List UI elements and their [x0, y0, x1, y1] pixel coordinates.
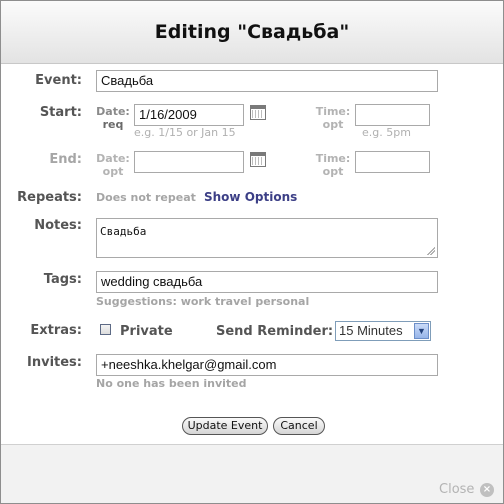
end-date-input[interactable]: [134, 151, 244, 173]
resize-grip-icon[interactable]: [426, 246, 435, 255]
calendar-icon[interactable]: [250, 105, 266, 120]
end-date-label: Date: opt: [95, 152, 131, 178]
event-label: Event:: [35, 73, 82, 88]
reminder-select[interactable]: 15 Minutes ▼: [335, 321, 431, 341]
show-options-link[interactable]: Show Options: [204, 190, 297, 204]
reminder-value: 15 Minutes: [339, 323, 403, 338]
invites-input[interactable]: +neeshka.khelgar@gmail.com: [96, 354, 438, 376]
start-date-label-text: Date:: [96, 105, 130, 118]
end-date-opt: opt: [102, 165, 124, 178]
notes-text: Свадьба: [100, 225, 147, 238]
dialog-titlebar: Editing "Свадьба": [1, 1, 503, 64]
repeats-status: Does not repeat: [96, 191, 196, 204]
calendar-icon[interactable]: [250, 152, 266, 167]
tags-suggestions: Suggestions: work travel personal: [96, 295, 310, 308]
cancel-button[interactable]: Cancel: [273, 417, 325, 435]
extras-label: Extras:: [30, 323, 82, 338]
start-time-label-text: Time:: [315, 105, 351, 118]
private-label[interactable]: Private: [120, 324, 173, 339]
update-event-button[interactable]: Update Event: [182, 417, 268, 435]
end-time-input[interactable]: [355, 151, 430, 173]
start-date-req: req: [102, 118, 124, 131]
end-time-label-text: Time:: [315, 152, 351, 165]
edit-event-dialog: Editing "Свадьба" Event: Свадьба Start: …: [0, 0, 504, 504]
close-icon[interactable]: ×: [480, 483, 494, 497]
end-date-label-text: Date:: [96, 152, 130, 165]
chevron-down-icon[interactable]: ▼: [414, 323, 429, 339]
end-time-opt: opt: [322, 165, 344, 178]
start-time-label: Time: opt: [313, 105, 353, 131]
start-date-hint: e.g. 1/15 or Jan 15: [134, 126, 236, 139]
start-date-label: Date: req: [95, 105, 131, 131]
notes-textarea[interactable]: Свадьба: [96, 218, 438, 258]
end-label: End:: [49, 152, 82, 167]
start-date-input[interactable]: 1/16/2009: [134, 104, 244, 126]
send-reminder-label: Send Reminder:: [216, 324, 334, 339]
notes-label: Notes:: [34, 218, 82, 233]
close-link[interactable]: Close: [439, 482, 474, 497]
tags-input[interactable]: wedding свадьба: [96, 271, 438, 293]
repeats-label: Repeats:: [17, 190, 82, 205]
start-time-input[interactable]: [355, 104, 430, 126]
invites-status: No one has been invited: [96, 377, 247, 390]
end-time-label: Time: opt: [313, 152, 353, 178]
private-checkbox[interactable]: [100, 324, 111, 335]
start-time-hint: e.g. 5pm: [362, 126, 411, 139]
invites-label: Invites:: [27, 355, 82, 370]
start-time-opt: opt: [322, 118, 344, 131]
dialog-footer: [1, 444, 503, 503]
start-label: Start:: [39, 105, 82, 120]
dialog-title: Editing "Свадьба": [154, 21, 350, 43]
event-input[interactable]: Свадьба: [96, 70, 438, 92]
tags-label: Tags:: [43, 272, 82, 287]
